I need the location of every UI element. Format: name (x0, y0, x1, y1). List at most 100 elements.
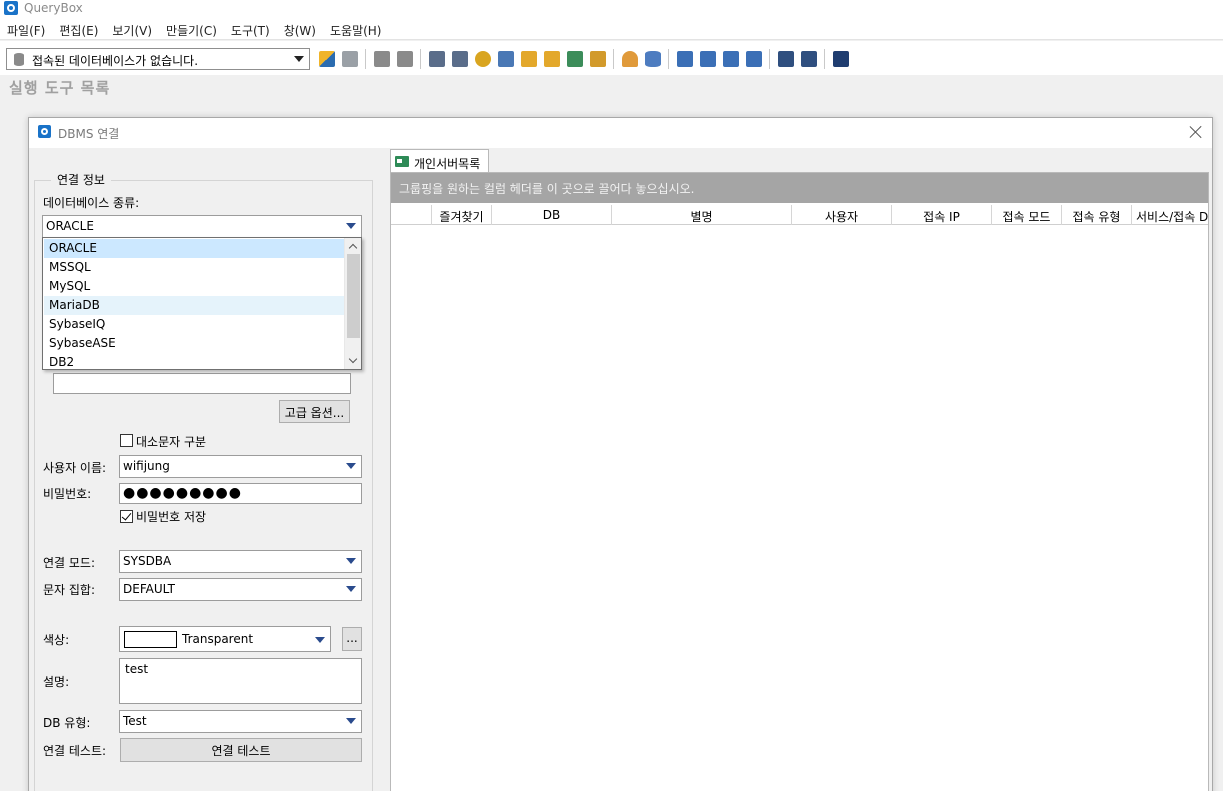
color-more-button[interactable]: ... (342, 627, 362, 651)
charset-select[interactable]: DEFAULT (119, 578, 362, 601)
db-type-option-db2[interactable]: DB2 (44, 353, 345, 369)
color-value: Transparent (182, 632, 254, 646)
username-select[interactable]: wifijung (119, 455, 362, 478)
connection-test-button[interactable]: 연결 테스트 (120, 738, 362, 762)
group-by-panel[interactable]: 그룹핑을 원하는 컬럼 헤더를 이 곳으로 끌어다 놓으십시오. (391, 173, 1208, 203)
column-header-service[interactable]: 서비스/접속 DB (1132, 205, 1208, 225)
color-swatch (124, 631, 177, 648)
connection-test-label: 연결 테스트: (43, 744, 107, 758)
menu-window[interactable]: 창(W) (277, 18, 323, 39)
toolbar-separator (420, 49, 421, 69)
server-list-icon (395, 156, 409, 167)
sql-save-icon[interactable] (396, 51, 413, 67)
app-title: QueryBox (24, 1, 83, 15)
session-icon[interactable] (699, 51, 716, 67)
menu-view[interactable]: 보기(V) (105, 18, 159, 39)
column-header-ip[interactable]: 접속 IP (892, 205, 992, 225)
menu-help[interactable]: 도움말(H) (323, 18, 389, 39)
menu-edit[interactable]: 편집(E) (52, 18, 105, 39)
charset-label: 문자 집합: (43, 583, 96, 597)
description-field[interactable]: test (119, 658, 362, 704)
menu-tools[interactable]: 도구(T) (224, 18, 277, 39)
tab-personal-servers[interactable]: 개인서버목록 (390, 149, 489, 173)
scrollbar-thumb[interactable] (347, 254, 360, 338)
column-header-conn-type[interactable]: 접속 유형 (1062, 205, 1132, 225)
db-type-option-mysql[interactable]: MySQL (44, 277, 345, 296)
connection-mode-select[interactable]: SYSDBA (119, 550, 362, 573)
chevron-down-icon (315, 637, 325, 643)
connection-select[interactable]: 접속된 데이터베이스가 없습니다. (6, 48, 310, 70)
database-icon (14, 53, 24, 66)
layout-icon[interactable] (777, 51, 794, 67)
db-type-option-mariadb[interactable]: MariaDB (44, 296, 345, 315)
db-category-label: DB 유형: (43, 716, 91, 730)
column-header-user[interactable]: 사용자 (792, 205, 892, 225)
case-sensitive-checkbox[interactable] (120, 434, 133, 447)
column-header-alias[interactable]: 별명 (612, 205, 792, 225)
column-header-indicator[interactable] (391, 205, 432, 225)
menu-bar: 파일(F) 편집(E) 보기(V) 만들기(C) 도구(T) 창(W) 도움말(… (0, 18, 1223, 40)
panel-label: 실행 도구 목록 (9, 79, 111, 97)
column-header-conn-mode[interactable]: 접속 모드 (992, 205, 1062, 225)
toolbar-separator (824, 49, 825, 69)
db-type-select[interactable]: ORACLE (42, 215, 362, 238)
description-value: test (125, 662, 149, 676)
dropdown-scrollbar[interactable] (344, 238, 361, 369)
db-category-select[interactable]: Test (119, 710, 362, 733)
scroll-up-icon[interactable] (348, 243, 358, 253)
color-label: 색상: (43, 633, 70, 647)
toolbar-separator (769, 49, 770, 69)
app-title-bar: QueryBox (0, 0, 1223, 18)
menu-file[interactable]: 파일(F) (0, 18, 52, 39)
connect-icon[interactable] (318, 51, 335, 67)
scroll-down-icon[interactable] (348, 354, 358, 364)
db-type-option-mssql[interactable]: MSSQL (44, 258, 345, 277)
chevron-down-icon (346, 718, 356, 724)
color-select[interactable]: Transparent (119, 626, 331, 652)
query-copy-icon[interactable] (451, 51, 468, 67)
table-icon[interactable] (497, 51, 514, 67)
user-icon[interactable] (621, 51, 638, 67)
grid-header-row: 즐겨찾기 DB 별명 사용자 접속 IP 접속 모드 접속 유형 서비스/접속 … (391, 205, 1208, 225)
lock-monitor-icon[interactable] (722, 51, 739, 67)
db-type-option-sybaseiq[interactable]: SybaseIQ (44, 315, 345, 334)
tools-icon[interactable] (832, 51, 849, 67)
password-field[interactable]: ●●●●●●●●● (119, 483, 362, 504)
db-type-option-oracle[interactable]: ORACLE (44, 239, 345, 258)
sql-open-icon[interactable] (373, 51, 390, 67)
refresh-icon[interactable] (566, 51, 583, 67)
chevron-down-icon (346, 223, 356, 229)
transfer-icon[interactable] (589, 51, 606, 67)
sql-monitor-icon[interactable] (745, 51, 762, 67)
toolbar-separator (613, 49, 614, 69)
chevron-down-icon (346, 558, 356, 564)
connection-mode-value: SYSDBA (123, 554, 172, 568)
db-export-icon[interactable] (543, 51, 560, 67)
disconnect-icon[interactable] (341, 51, 358, 67)
charset-value: DEFAULT (123, 582, 175, 596)
search-objects-icon[interactable] (474, 51, 491, 67)
dialog-title-bar: DBMS 연결 (29, 118, 1212, 148)
dbms-connection-dialog: DBMS 연결 연결 정보 데이터베이스 종류: ORACLE 고급 옵션...… (28, 117, 1213, 791)
app-logo-icon (4, 1, 18, 15)
column-header-db[interactable]: DB (492, 205, 612, 225)
close-icon[interactable] (1188, 124, 1204, 140)
query-icon[interactable] (428, 51, 445, 67)
advanced-options-button[interactable]: 고급 옵션... (279, 400, 350, 423)
username-label: 사용자 이름: (43, 461, 107, 475)
monitor-icon[interactable] (676, 51, 693, 67)
table-view-icon[interactable] (800, 51, 817, 67)
password-label: 비밀번호: (43, 487, 92, 501)
column-header-favorites[interactable]: 즐겨찾기 (432, 205, 492, 225)
menu-create[interactable]: 만들기(C) (159, 18, 224, 39)
group-title: 연결 정보 (51, 171, 111, 188)
save-password-checkbox[interactable] (120, 510, 133, 523)
db-type-value: ORACLE (46, 219, 94, 233)
connection-string-field[interactable] (53, 373, 351, 394)
server-list-grid: 그룹핑을 원하는 컬럼 헤더를 이 곳으로 끌어다 놓으십시오. 즐겨찾기 DB… (390, 172, 1209, 791)
db-lock-icon[interactable] (520, 51, 537, 67)
db-type-option-sybasease[interactable]: SybaseASE (44, 334, 345, 353)
save-password-label: 비밀번호 저장 (136, 510, 207, 524)
db-icon[interactable] (644, 51, 661, 67)
case-sensitive-label: 대소문자 구분 (136, 435, 207, 449)
